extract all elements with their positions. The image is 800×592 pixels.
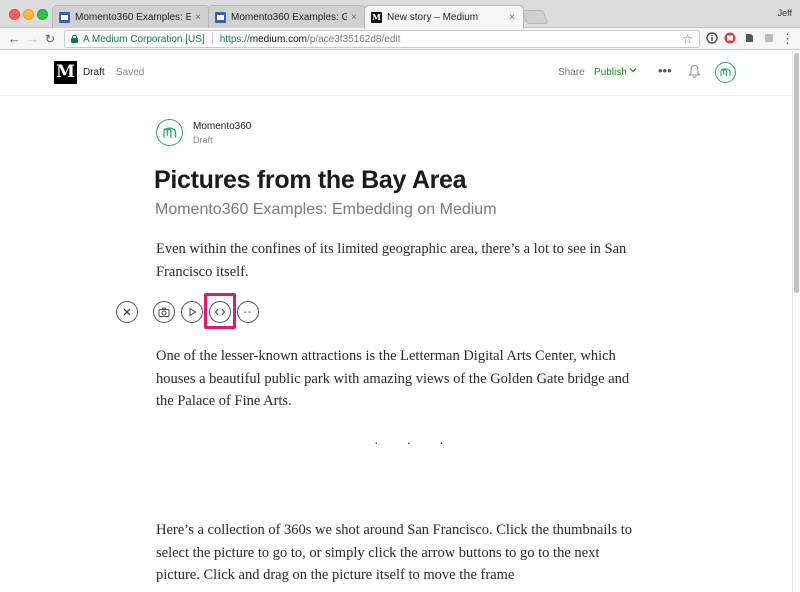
- medium-favicon-icon: M: [371, 12, 382, 23]
- browser-toolbar: ← → ↻ A Medium Corporation [US] https://…: [0, 28, 800, 50]
- story-paragraph[interactable]: Here’s a collection of 360s we shot arou…: [156, 519, 636, 587]
- doc-icon: [59, 11, 70, 23]
- camera-icon: [158, 307, 170, 317]
- embed-button-highlight: [204, 293, 236, 329]
- browser-tab-bar: Momento360 Examples: Embe × Momento360 E…: [0, 0, 800, 29]
- tab-title: Momento360 Examples: Embe: [75, 11, 191, 23]
- more-options-icon[interactable]: •••: [658, 63, 672, 78]
- chevron-down-icon[interactable]: [628, 65, 638, 78]
- browser-tab-2[interactable]: Momento360 Examples: Goog ×: [208, 5, 366, 28]
- medium-editor-page: M Draft Saved Share Publish ••• Momento3…: [0, 51, 792, 592]
- url-host: medium.com: [249, 33, 307, 45]
- browser-tab-3-active[interactable]: M New story – Medium ×: [364, 5, 524, 29]
- lock-icon: [71, 35, 78, 43]
- url-path: /p/ace3f35162d8/edit: [306, 33, 401, 45]
- page-scrollbar[interactable]: [792, 51, 800, 592]
- play-icon: [189, 307, 197, 317]
- evernote-extension-icon[interactable]: [742, 32, 755, 45]
- add-divider-button[interactable]: --: [237, 301, 259, 323]
- close-window-button[interactable]: [9, 9, 20, 20]
- tab-close-icon[interactable]: ×: [509, 12, 515, 23]
- story-paragraph[interactable]: One of the lesser-known attractions is t…: [156, 345, 636, 413]
- bookmark-star-icon[interactable]: ☆: [682, 32, 693, 46]
- inline-insert-toolbar: --: [0, 291, 792, 335]
- red-extension-icon[interactable]: [723, 32, 736, 45]
- ev-certificate-name[interactable]: A Medium Corporation [US]: [83, 34, 205, 45]
- reload-icon[interactable]: ↻: [45, 31, 55, 47]
- url-scheme: https://: [219, 33, 250, 45]
- tab-title: Momento360 Examples: Goog: [231, 11, 347, 23]
- author-name[interactable]: Momento360: [193, 121, 251, 132]
- scrollbar-thumb[interactable]: [794, 53, 799, 293]
- address-bar[interactable]: A Medium Corporation [US] https:// mediu…: [64, 30, 700, 48]
- address-divider: [211, 33, 213, 45]
- browser-menu-icon[interactable]: ⋮: [781, 32, 794, 45]
- forward-arrow-icon[interactable]: →: [26, 31, 39, 47]
- add-image-button[interactable]: [153, 301, 175, 323]
- saved-status: Saved: [116, 67, 145, 78]
- minimize-window-button[interactable]: [23, 9, 34, 20]
- grey-extension-icon[interactable]: [762, 32, 775, 45]
- profile-name[interactable]: Jeff: [778, 8, 792, 18]
- browser-tab-1[interactable]: Momento360 Examples: Embe ×: [52, 5, 210, 28]
- tab-title: New story – Medium: [387, 12, 479, 23]
- story-paragraph[interactable]: Even within the confines of its limited …: [156, 238, 636, 283]
- back-arrow-icon[interactable]: ←: [8, 31, 21, 47]
- medium-logo[interactable]: M: [54, 61, 77, 84]
- user-avatar[interactable]: [715, 62, 736, 83]
- share-button[interactable]: Share: [558, 67, 585, 78]
- close-icon: [123, 308, 131, 316]
- notification-bell-icon[interactable]: [688, 64, 701, 79]
- close-insert-button[interactable]: [116, 301, 138, 323]
- publish-button[interactable]: Publish: [594, 67, 627, 78]
- zoom-window-button[interactable]: [37, 9, 48, 20]
- new-tab-button[interactable]: [521, 10, 549, 24]
- section-break: · · ·: [374, 434, 456, 450]
- tab-close-icon[interactable]: ×: [351, 12, 357, 23]
- divider-icon: --: [243, 306, 253, 318]
- medium-header: M Draft Saved Share Publish •••: [0, 51, 792, 96]
- doc-icon: [215, 11, 226, 23]
- info-extension-icon[interactable]: [705, 32, 718, 45]
- author-post-status: Draft: [193, 135, 213, 145]
- author-avatar[interactable]: [156, 119, 183, 146]
- story-title[interactable]: Pictures from the Bay Area: [154, 166, 467, 195]
- draft-label: Draft: [83, 67, 105, 78]
- story-subtitle[interactable]: Momento360 Examples: Embedding on Medium: [155, 201, 497, 219]
- add-video-button[interactable]: [181, 301, 203, 323]
- tab-close-icon[interactable]: ×: [195, 12, 201, 23]
